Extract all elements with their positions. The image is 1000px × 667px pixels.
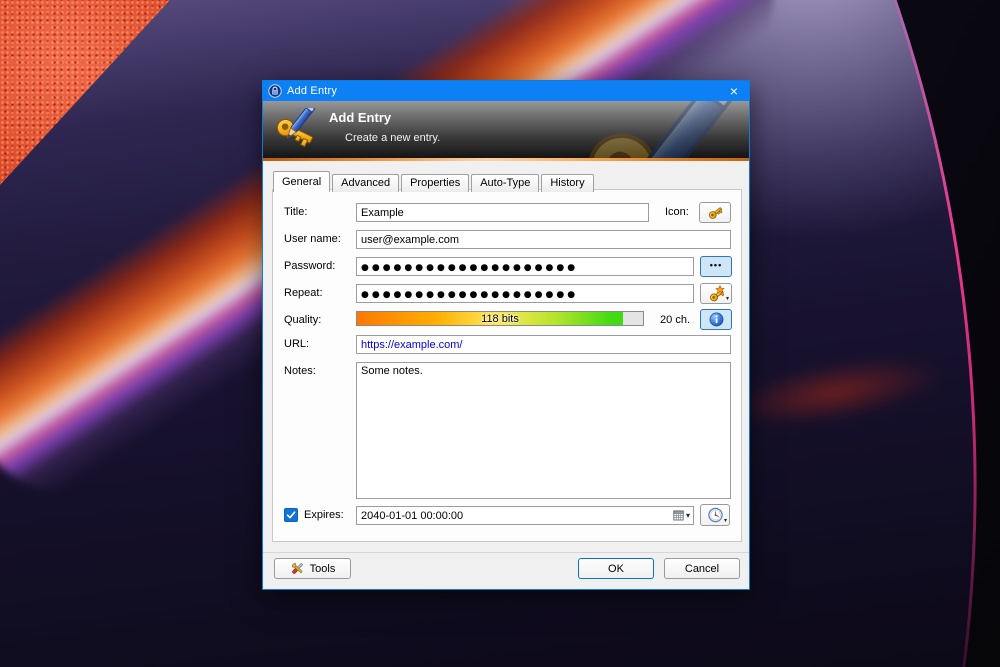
tab-auto-type[interactable]: Auto-Type: [471, 174, 539, 192]
password-label: Password:: [284, 260, 335, 272]
banner-subtitle: Create a new entry.: [345, 132, 440, 144]
notes-textarea[interactable]: Some notes.: [356, 362, 731, 499]
url-label: URL:: [284, 338, 309, 350]
banner-title: Add Entry: [329, 110, 391, 125]
key-pencil-icon: [275, 108, 321, 151]
expires-checkbox[interactable]: [284, 508, 298, 522]
dropdown-arrow-icon: ▾: [726, 296, 729, 302]
notes-label: Notes:: [284, 365, 316, 377]
quality-progress-bar: 118 bits: [356, 311, 644, 326]
tab-advanced[interactable]: Advanced: [332, 174, 399, 192]
tab-history[interactable]: History: [541, 174, 593, 192]
quality-bits-label: 118 bits: [357, 312, 643, 325]
tab-properties[interactable]: Properties: [401, 174, 469, 192]
tools-button[interactable]: Tools: [274, 558, 351, 579]
calendar-dropdown-button[interactable]: ▾: [671, 508, 692, 523]
banner-accent-strip: [263, 158, 749, 161]
ok-button[interactable]: OK: [578, 558, 654, 579]
repeat-input[interactable]: [356, 284, 694, 303]
cancel-button[interactable]: Cancel: [664, 558, 740, 579]
dropdown-arrow-icon: ▾: [686, 512, 690, 520]
dialog-titlebar[interactable]: Add Entry ×: [263, 81, 749, 101]
dialog-banner: Add Entry Create a new entry.: [263, 101, 749, 158]
expires-date-field: ▾: [356, 506, 694, 525]
keepass-lock-icon: [268, 84, 282, 98]
password-input[interactable]: [356, 257, 694, 276]
key-icon: [707, 205, 723, 221]
title-input[interactable]: [356, 203, 649, 222]
tab-general[interactable]: General: [273, 171, 330, 192]
quality-chars-label: 20 ch.: [628, 314, 690, 326]
quality-label: Quality:: [284, 314, 321, 326]
expiry-presets-button[interactable]: ▾: [700, 504, 730, 526]
desktop: Add Entry × Add Entry Create a new entry…: [0, 0, 1000, 667]
expires-date-input[interactable]: [356, 506, 694, 525]
url-input[interactable]: [356, 335, 731, 354]
footer-separator: [263, 552, 749, 553]
generate-password-button[interactable]: ▾: [700, 283, 732, 304]
add-entry-dialog: Add Entry × Add Entry Create a new entry…: [262, 80, 750, 590]
cancel-button-label: Cancel: [685, 563, 719, 575]
expires-label: Expires:: [304, 509, 344, 521]
general-tab-page: Title: Icon: User name: Password: ••• Re…: [272, 189, 742, 542]
tools-button-label: Tools: [310, 563, 336, 575]
dropdown-arrow-icon: ▾: [724, 518, 727, 524]
title-label: Title:: [284, 206, 307, 218]
window-title: Add Entry: [287, 85, 337, 97]
repeat-label: Repeat:: [284, 287, 323, 299]
calendar-icon: [673, 510, 684, 521]
icon-picker-button[interactable]: [699, 202, 731, 223]
username-label: User name:: [284, 233, 341, 245]
clock-icon: [707, 507, 724, 524]
tools-icon: [290, 561, 305, 576]
key-pencil-watermark-icon: [581, 101, 749, 158]
username-input[interactable]: [356, 230, 731, 249]
info-icon: [709, 312, 724, 327]
icon-label: Icon:: [665, 206, 689, 218]
ok-button-label: OK: [608, 563, 624, 575]
quality-info-button[interactable]: [700, 309, 732, 330]
show-password-button[interactable]: •••: [700, 256, 732, 277]
tab-strip: General Advanced Properties Auto-Type Hi…: [273, 171, 596, 192]
check-icon: [286, 510, 296, 520]
key-generator-icon: [708, 285, 725, 302]
three-dots-icon: •••: [710, 260, 722, 273]
close-icon[interactable]: ×: [719, 81, 749, 101]
